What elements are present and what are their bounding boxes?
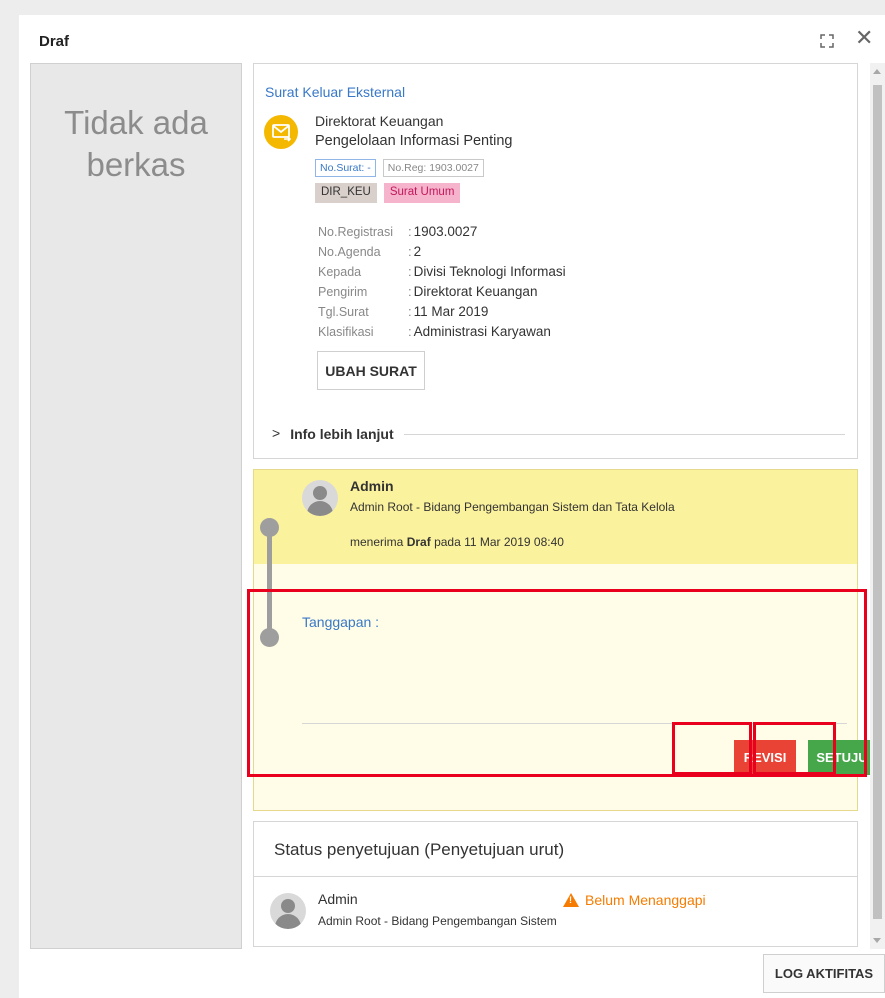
- approval-state: Belum Menanggapi: [563, 892, 706, 908]
- approval-state-label: Belum Menanggapi: [585, 892, 706, 908]
- edit-letter-button[interactable]: UBAH SURAT: [317, 351, 425, 390]
- detail-value: 11 Mar 2019: [413, 304, 489, 319]
- avatar-icon: [270, 893, 306, 929]
- expand-icon[interactable]: [819, 33, 837, 51]
- detail-label: Pengirim: [318, 285, 368, 299]
- divider: [403, 433, 845, 435]
- detail-scroll-area[interactable]: Surat Keluar Eksternal Direktorat Keuang…: [251, 61, 885, 949]
- detail-row: Pengirim : Direktorat Keuangan: [318, 282, 566, 302]
- detail-row: Klasifikasi : Administrasi Karyawan: [318, 322, 566, 342]
- detail-row: No.Agenda : 2: [318, 242, 566, 262]
- letter-sender: Direktorat Keuangan: [315, 113, 444, 129]
- scroll-down-icon[interactable]: [873, 938, 881, 943]
- more-info-toggle[interactable]: > Info lebih lanjut: [272, 424, 845, 444]
- mail-icon: [264, 115, 298, 149]
- scroll-thumb[interactable]: [873, 85, 882, 919]
- activity-card: Admin Admin Root - Bidang Pengembangan S…: [253, 469, 876, 811]
- letter-type-link[interactable]: Surat Keluar Eksternal: [265, 84, 405, 100]
- category-tags: DIR_KEU Surat Umum: [315, 183, 461, 203]
- avatar-icon: [302, 480, 338, 516]
- approver-name: Admin: [318, 891, 358, 907]
- activity-header: [254, 470, 857, 564]
- letter-details: No.Registrasi : 1903.0027 No.Agenda : 2 …: [318, 222, 566, 342]
- detail-value: 1903.0027: [413, 224, 478, 239]
- letter-subject: Pengelolaan Informasi Penting: [315, 133, 513, 149]
- timeline-line: [267, 522, 272, 634]
- no-file-message: Tidak ada berkas: [64, 104, 208, 183]
- scrollbar[interactable]: [870, 63, 885, 949]
- draft-dialog: Draf ✕ Tidak ada berkas Surat Keluar Eks…: [19, 15, 885, 998]
- detail-row: No.Registrasi : 1903.0027: [318, 222, 566, 242]
- revise-button[interactable]: REVISI: [734, 740, 796, 775]
- chevron-right-icon: >: [272, 425, 281, 441]
- close-icon[interactable]: ✕: [855, 27, 873, 49]
- detail-value: 2: [413, 244, 422, 259]
- activity-actor-role: Admin Root - Bidang Pengembangan Sistem …: [350, 500, 675, 514]
- divider: [254, 876, 857, 877]
- file-preview-panel: Tidak ada berkas: [30, 63, 242, 949]
- detail-value: Divisi Teknologi Informasi: [413, 264, 566, 279]
- detail-label: Klasifikasi: [318, 325, 374, 339]
- registration-number-tag: No.Reg: 1903.0027: [382, 159, 484, 177]
- approval-status-card: Status penyetujuan (Penyetujuan urut) Ad…: [253, 821, 858, 947]
- response-label: Tanggapan :: [302, 614, 380, 630]
- detail-row: Kepada : Divisi Teknologi Informasi: [318, 262, 566, 282]
- activity-log-button[interactable]: LOG AKTIFITAS: [763, 954, 885, 993]
- response-input[interactable]: [302, 723, 847, 724]
- detail-row: Tgl.Surat : 11 Mar 2019: [318, 302, 566, 322]
- detail-label: No.Agenda: [318, 245, 381, 259]
- scroll-up-icon[interactable]: [873, 69, 881, 74]
- detail-label: Tgl.Surat: [318, 305, 369, 319]
- detail-label: Kepada: [318, 265, 362, 279]
- dialog-title: Draf: [39, 33, 70, 50]
- reference-tags: No.Surat: - No.Reg: 1903.0027: [315, 159, 484, 177]
- timeline-dot: [260, 628, 279, 647]
- unit-tag: DIR_KEU: [315, 183, 377, 203]
- approver-role: Admin Root - Bidang Pengembangan Sistem …: [318, 914, 557, 928]
- approve-button[interactable]: SETUJU: [808, 740, 876, 775]
- response-form: Tanggapan : REVISI SETUJU: [302, 598, 876, 778]
- activity-actor: Admin: [350, 478, 394, 494]
- detail-value: Administrasi Karyawan: [413, 324, 551, 339]
- activity-description: menerima Draf pada 11 Mar 2019 08:40: [350, 535, 564, 549]
- letter-number-tag: No.Surat: -: [315, 159, 376, 177]
- detail-value: Direktorat Keuangan: [413, 284, 538, 299]
- letter-category-tag: Surat Umum: [383, 183, 461, 203]
- warning-icon: [563, 893, 579, 907]
- more-info-label: Info lebih lanjut: [290, 426, 394, 442]
- timeline-dot: [260, 518, 279, 537]
- letter-card: Surat Keluar Eksternal Direktorat Keuang…: [253, 63, 858, 459]
- approval-status-title: Status penyetujuan (Penyetujuan urut): [274, 840, 565, 859]
- detail-label: No.Registrasi: [318, 225, 394, 239]
